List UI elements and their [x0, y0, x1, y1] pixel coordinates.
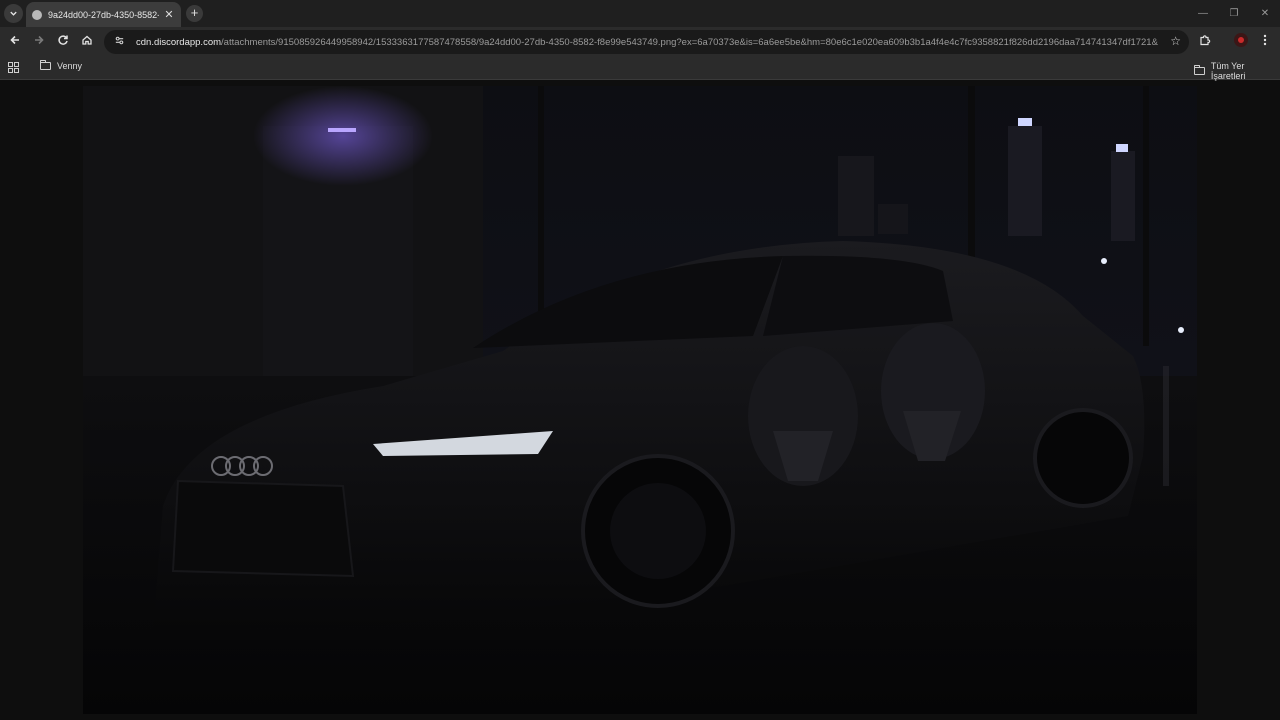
- reload-icon: [58, 35, 68, 45]
- home-icon: [82, 35, 92, 45]
- chevron-down-icon: [10, 11, 17, 16]
- kebab-menu-icon[interactable]: [1255, 32, 1275, 52]
- window-close-button[interactable]: ✕: [1249, 0, 1280, 27]
- tab-active[interactable]: 9a24dd00-27db-4350-8582-f8e ✕: [26, 2, 181, 27]
- url-host: cdn.discordapp.com: [136, 36, 222, 48]
- toolbar: cdn.discordapp.com /attachments/91508592…: [0, 27, 1280, 57]
- all-bookmarks-label: Tüm Yer İşaretleri: [1210, 61, 1246, 81]
- night-car-image: [83, 86, 1197, 714]
- forward-button[interactable]: [29, 32, 49, 52]
- address-bar[interactable]: cdn.discordapp.com /attachments/91508592…: [104, 30, 1189, 54]
- restore-button[interactable]: ❐: [1218, 0, 1250, 27]
- bookmark-label: Venny: [57, 61, 83, 71]
- new-tab-button[interactable]: +: [186, 5, 203, 22]
- all-bookmarks-folder[interactable]: Tüm Yer İşaretleri: [1194, 61, 1280, 81]
- displayed-image[interactable]: [83, 86, 1197, 714]
- url-path: /attachments/915085926449958942/15333631…: [221, 36, 1158, 48]
- globe-icon: [32, 9, 42, 20]
- tune-icon[interactable]: [112, 35, 126, 49]
- forward-arrow-icon: [35, 35, 44, 45]
- extensions-button[interactable]: [1195, 32, 1215, 52]
- page-content: [0, 81, 1280, 720]
- bookmark-folder-venny[interactable]: Venny: [40, 60, 83, 71]
- close-icon[interactable]: ✕: [163, 8, 175, 21]
- home-button[interactable]: [77, 32, 97, 52]
- tab-title: 9a24dd00-27db-4350-8582-f8e: [48, 9, 159, 20]
- folder-icon: [40, 60, 51, 70]
- tab-strip: 9a24dd00-27db-4350-8582-f8e ✕ + — ❐ ✕: [0, 0, 1280, 27]
- profile-avatar[interactable]: [1234, 33, 1248, 47]
- apps-grid-icon[interactable]: [8, 62, 20, 74]
- minimize-button[interactable]: —: [1187, 0, 1219, 27]
- back-arrow-icon: [10, 35, 19, 45]
- puzzle-icon: [1200, 35, 1211, 46]
- folder-icon: [1194, 65, 1205, 75]
- reload-button[interactable]: [53, 32, 73, 52]
- bookmarks-bar: Venny Tüm Yer İşaretleri: [0, 57, 1280, 81]
- tab-search-button[interactable]: [4, 4, 23, 23]
- star-icon[interactable]: ☆: [1170, 34, 1181, 48]
- back-button[interactable]: [5, 32, 25, 52]
